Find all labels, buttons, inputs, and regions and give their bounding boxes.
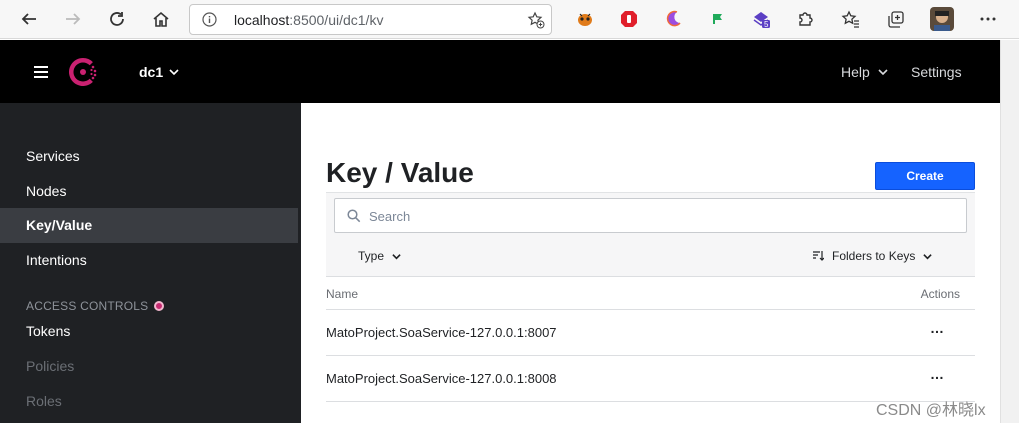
url-text[interactable]: localhost:8500/ui/dc1/kv	[234, 12, 383, 28]
sort-icon	[813, 251, 824, 261]
sidebar-item-services[interactable]: Services	[0, 139, 298, 174]
key-name[interactable]: MatoProject.SoaService-127.0.0.1:8008	[326, 371, 557, 386]
sidebar-item-key-value[interactable]: Key/Value	[0, 208, 298, 243]
add-favorite-icon[interactable]	[527, 11, 545, 29]
favorites-icon[interactable]	[841, 9, 861, 29]
extension-bug-icon[interactable]	[575, 9, 595, 29]
table-row[interactable]: MatoProject.SoaService-127.0.0.1:8007 …	[326, 310, 975, 356]
search-field[interactable]	[334, 198, 967, 233]
row-actions-menu[interactable]: …	[930, 366, 944, 382]
extension-flag-icon[interactable]	[707, 9, 727, 29]
search-input[interactable]	[369, 207, 949, 225]
sidebar-item-tokens[interactable]: Tokens	[0, 314, 298, 349]
more-menu-icon[interactable]	[978, 9, 998, 29]
forward-icon[interactable]	[62, 8, 84, 30]
filter-bar: Type Folders to Keys	[326, 192, 975, 276]
type-filter-label: Type	[358, 249, 385, 263]
datacenter-select[interactable]: dc1	[139, 64, 179, 80]
settings-link[interactable]: Settings	[911, 64, 962, 80]
help-menu[interactable]: Help	[841, 64, 888, 80]
sort-label: Folders to Keys	[832, 249, 916, 263]
column-header-actions: Actions	[920, 287, 960, 301]
access-controls-label: ACCESS CONTROLS	[26, 299, 149, 313]
refresh-icon[interactable]	[106, 8, 128, 30]
sidebar-item-nodes[interactable]: Nodes	[0, 174, 298, 209]
sort-dropdown[interactable]: Folders to Keys	[812, 249, 933, 263]
address-bar[interactable]: localhost:8500/ui/dc1/kv	[189, 4, 552, 35]
page-title: Key / Value	[326, 157, 474, 188]
datacenter-label: dc1	[139, 64, 164, 80]
chevron-down-icon	[169, 69, 179, 76]
column-header-name: Name	[326, 287, 359, 301]
profile-avatar[interactable]	[930, 7, 954, 31]
watermark: CSDN @林晓lx	[876, 402, 986, 419]
info-icon[interactable]	[202, 12, 217, 27]
extension-adblock-icon[interactable]	[619, 9, 639, 29]
help-label: Help	[841, 64, 870, 80]
search-icon	[347, 209, 361, 223]
kv-table: Name Actions MatoProject.SoaService-127.…	[326, 276, 975, 402]
chevron-down-icon	[878, 69, 888, 76]
sidebar-item-intentions[interactable]: Intentions	[0, 243, 298, 278]
main-content: Key / Value Create Type Folders to Keys …	[301, 103, 1000, 423]
extension-moon-icon[interactable]	[663, 9, 683, 29]
table-header: Name Actions	[326, 276, 975, 310]
sidebar-item-policies: Policies	[26, 358, 75, 374]
create-button[interactable]: Create	[875, 162, 975, 190]
type-filter-dropdown[interactable]: Type	[358, 249, 401, 263]
scrollbar[interactable]	[1000, 40, 1019, 423]
chevron-down-icon	[923, 253, 933, 259]
access-controls-heading: ACCESS CONTROLS	[26, 299, 165, 313]
menu-icon[interactable]	[34, 66, 48, 78]
sidebar-item-roles: Roles	[26, 393, 62, 409]
back-icon[interactable]	[18, 8, 40, 30]
home-icon[interactable]	[150, 8, 172, 30]
collections-icon[interactable]	[886, 9, 906, 29]
consul-logo-icon[interactable]	[66, 55, 100, 89]
chevron-down-icon	[392, 253, 401, 259]
extension-badge-count: 5	[764, 20, 769, 29]
sidebar: Services Nodes Key/Value Intentions ACCE…	[0, 103, 301, 423]
acl-status-icon	[154, 301, 165, 311]
extension-badge-icon[interactable]: 5	[751, 9, 771, 29]
browser-toolbar: localhost:8500/ui/dc1/kv 5	[0, 0, 1019, 39]
extensions-puzzle-icon[interactable]	[795, 9, 815, 29]
row-actions-menu[interactable]: …	[930, 320, 944, 336]
key-name[interactable]: MatoProject.SoaService-127.0.0.1:8007	[326, 325, 557, 340]
app-header: dc1 Help Settings	[0, 40, 1000, 103]
